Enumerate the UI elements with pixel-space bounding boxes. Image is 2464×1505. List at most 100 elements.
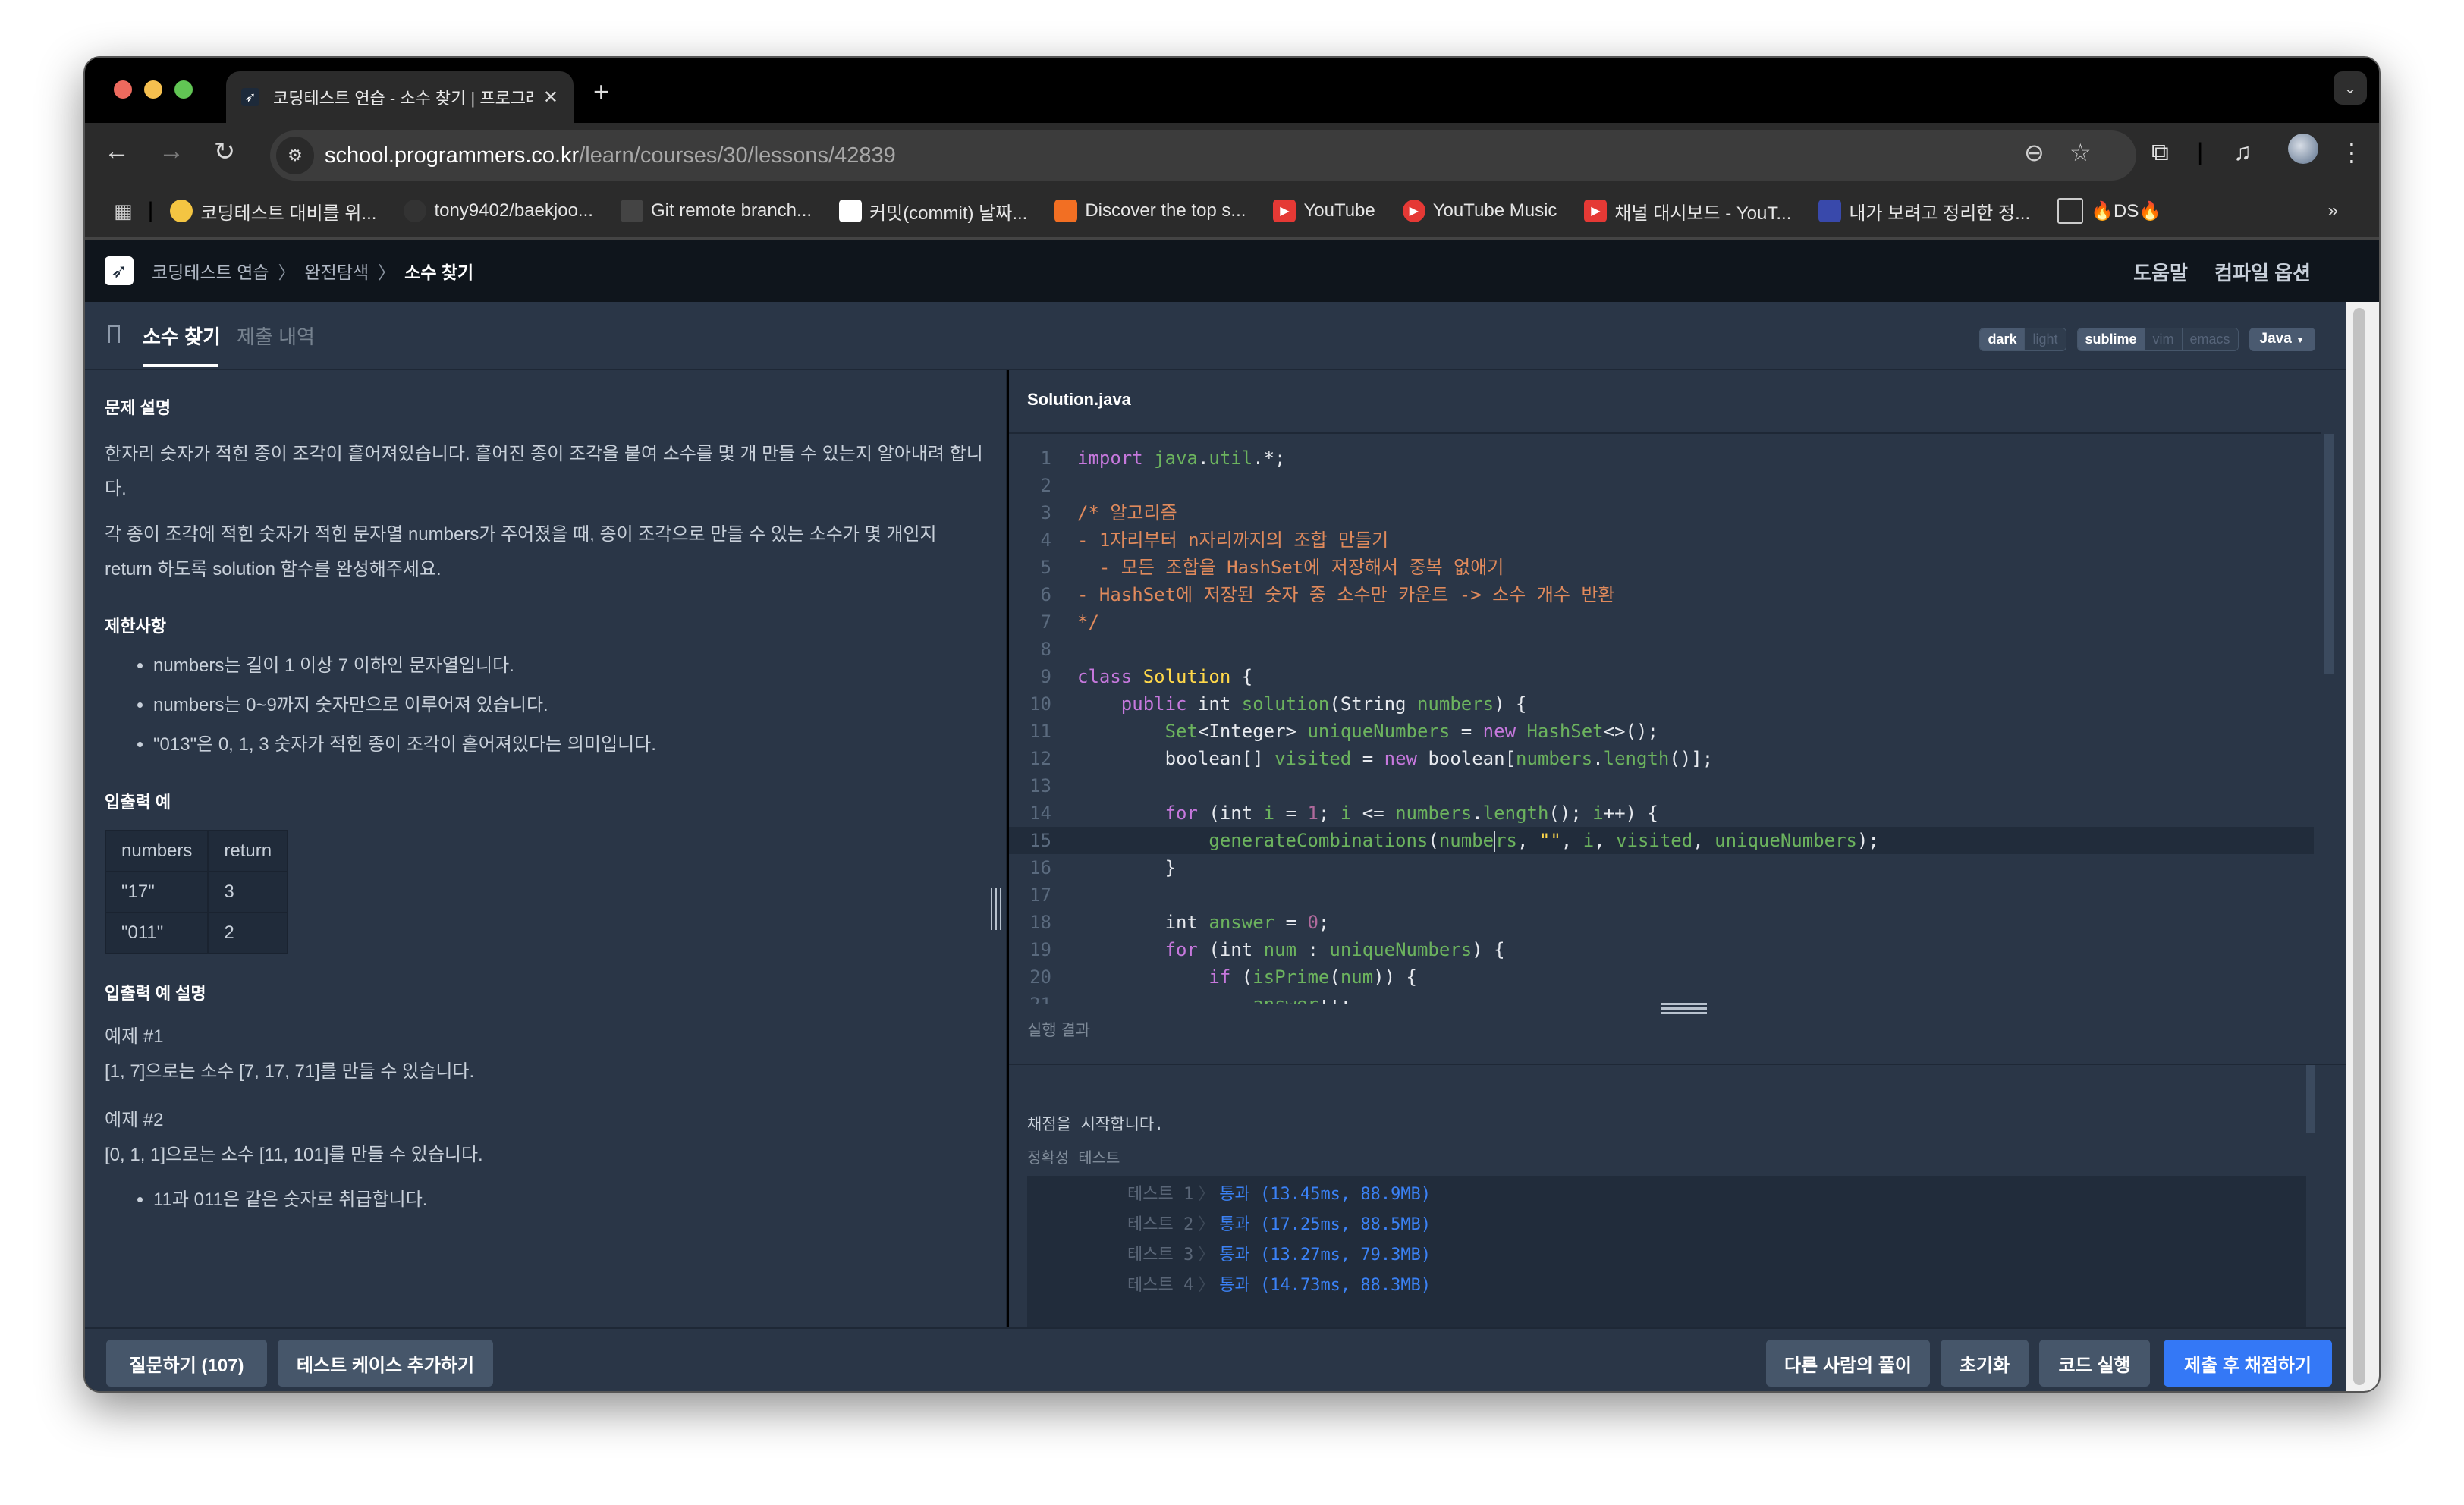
more-bookmarks-button[interactable]: » — [2328, 200, 2338, 222]
code-line[interactable]: 19 for (int num : uniqueNumbers) { — [1009, 936, 2314, 963]
table-header-cell: numbers — [104, 830, 209, 872]
tab-close-icon[interactable]: ✕ — [543, 86, 558, 108]
code-line[interactable]: 20 if (isPrime(num)) { — [1009, 963, 2314, 991]
theme-dark-button[interactable]: dark — [1980, 328, 2025, 350]
tab-problem[interactable]: 소수 찾기 — [143, 322, 221, 350]
line-number: 12 — [1029, 748, 1051, 769]
compile-options-link[interactable]: 컴파일 옵션 — [2214, 262, 2311, 284]
more-menu-icon[interactable]: ⋮ — [2340, 138, 2364, 167]
result-start-message: 채점을 시작합니다. — [1027, 1115, 1164, 1133]
page-scrollbar-thumb[interactable] — [2353, 308, 2365, 1385]
theme-toggle: dark light — [1979, 328, 2066, 351]
bookmark-item[interactable]: ▶ YouTube — [1273, 200, 1375, 222]
code-line[interactable]: 14 for (int i = 1; i <= numbers.length()… — [1009, 800, 2314, 827]
code-line[interactable]: 2 — [1009, 472, 2314, 499]
bookmark-star-icon[interactable]: ☆ — [2070, 138, 2092, 167]
code-line[interactable]: 18 int answer = 0; — [1009, 909, 2314, 936]
bookmark-item[interactable]: 코딩테스트 대비를 위... — [170, 198, 376, 225]
bookmark-item[interactable]: 내가 보려고 정리한 정... — [1818, 198, 2030, 225]
table-cell: "011" — [104, 912, 209, 954]
keymap-emacs-button[interactable]: emacs — [2181, 328, 2238, 350]
back-button[interactable]: ← — [100, 137, 134, 166]
toolbar-divider: | — [2197, 138, 2204, 165]
apps-grid-icon[interactable]: ▦ — [114, 200, 133, 223]
new-tab-button[interactable]: + — [593, 76, 609, 108]
forward-button[interactable]: → — [155, 137, 188, 166]
breadcrumb-item-practice[interactable]: 코딩테스트 연습 — [152, 258, 269, 284]
bookmark-item[interactable]: Git remote branch... — [620, 200, 812, 222]
browser-tab-active[interactable]: ➶ 코딩테스트 연습 - 소수 찾기 | 프로그래머스 스쿨 ✕ — [226, 71, 574, 123]
language-select[interactable]: Java ▼ — [2249, 328, 2315, 351]
profile-avatar[interactable] — [2288, 134, 2318, 164]
code-line[interactable]: 9 class Solution { — [1009, 663, 2314, 690]
editor-scrollbar[interactable] — [2324, 434, 2334, 674]
test-name: 테스트 2 — [1127, 1215, 1194, 1234]
code-editor[interactable]: 1 import java.util.*; 2 3 /* 알고리즘 4 - 1자리부터 n자… — [1009, 432, 2321, 1004]
tab-search-button[interactable]: ⌄ — [2334, 71, 2367, 105]
code-line[interactable]: 10 public int solution(String numbers) { — [1009, 690, 2314, 718]
reload-button[interactable]: ↻ — [208, 137, 241, 167]
breadcrumb-item-category[interactable]: 완전탐색 — [305, 258, 369, 284]
programmers-logo-icon[interactable]: ➶ — [105, 256, 134, 285]
add-testcase-button[interactable]: 테스트 케이스 추가하기 — [278, 1340, 493, 1387]
editor-panel: Solution.java 1 import java.util.*; 2 3 /* 알… — [1009, 370, 2346, 1327]
address-bar[interactable]: ⚙ school.programmers.co.kr/learn/courses… — [270, 130, 2136, 181]
zoom-out-icon[interactable]: ⊖ — [2024, 138, 2044, 167]
ask-question-button[interactable]: 질문하기 (107) — [106, 1340, 267, 1387]
bookmark-item[interactable]: Discover the top s... — [1054, 200, 1246, 222]
test-detail: (14.73ms, 88.3MB) — [1259, 1276, 1432, 1295]
text-cursor — [1494, 831, 1496, 852]
code-line[interactable]: 3 /* 알고리즘 — [1009, 499, 2314, 526]
close-window-button[interactable] — [114, 80, 132, 99]
bookmark-label: 채널 대시보드 - YouT... — [1614, 203, 1792, 224]
bookmark-item[interactable]: ▶ YouTube Music — [1402, 200, 1557, 222]
header-links: 도움말 컴파일 옵션 — [2112, 258, 2311, 286]
keymap-sublime-button[interactable]: sublime — [2077, 328, 2145, 350]
bookmark-item[interactable]: tony9402/baekjoo... — [404, 200, 593, 222]
keymap-vim-button[interactable]: vim — [2144, 328, 2182, 350]
minimize-window-button[interactable] — [144, 80, 162, 99]
reset-button[interactable]: 초기화 — [1941, 1340, 2029, 1387]
tab-submissions[interactable]: 제출 내역 — [237, 322, 315, 350]
bookmark-icon[interactable] — [108, 325, 120, 343]
others-solution-button[interactable]: 다른 사람의 풀이 — [1766, 1340, 1930, 1387]
code-line[interactable]: 15 generateCombinations(numbers, "", i, … — [1009, 827, 2314, 854]
code-line[interactable]: 13 — [1009, 772, 2314, 800]
extensions-icon[interactable]: ⧉ — [2151, 138, 2169, 167]
code-text: for (int num : uniqueNumbers) { — [1164, 939, 1505, 960]
code-line[interactable]: 5 - 모든 조합을 HashSet에 저장해서 중복 없애기 — [1009, 554, 2314, 581]
site-info-icon[interactable]: ⚙ — [276, 137, 314, 174]
submit-button[interactable]: 제출 후 채점하기 — [2164, 1340, 2332, 1387]
url-path: /learn/courses/30/lessons/42839 — [579, 143, 896, 168]
editor-result-resize-handle[interactable] — [1661, 1003, 1707, 1015]
bookmark-item[interactable]: ▶ 채널 대시보드 - YouT... — [1584, 198, 1791, 225]
code-text: class Solution { — [1077, 666, 1253, 687]
line-number: 9 — [1040, 666, 1051, 687]
code-line[interactable]: 7 */ — [1009, 608, 2314, 636]
code-line[interactable]: 16 } — [1009, 854, 2314, 881]
code-line[interactable]: 11 Set<Integer> uniqueNumbers = new Hash… — [1009, 718, 2314, 745]
code-line[interactable]: 6 - HashSet에 저장된 숫자 중 소수만 카운트 -> 소수 개수 반환 — [1009, 581, 2314, 608]
code-line[interactable]: 12 boolean[] visited = new boolean[numbe… — [1009, 745, 2314, 772]
code-line[interactable]: 4 - 1자리부터 n자리까지의 조합 만들기 — [1009, 526, 2314, 554]
line-number: 3 — [1040, 502, 1051, 523]
media-control-icon[interactable]: ♫ — [2233, 138, 2252, 166]
bookmark-item[interactable]: 🔥DS🔥 — [2057, 198, 2161, 224]
theme-light-button[interactable]: light — [2024, 328, 2066, 350]
code-line[interactable]: 17 — [1009, 881, 2314, 909]
maximize-window-button[interactable] — [174, 80, 193, 99]
code-line[interactable]: 8 — [1009, 636, 2314, 663]
help-link[interactable]: 도움말 — [2133, 262, 2188, 284]
page-scrollbar[interactable] — [2346, 302, 2379, 1391]
penguin-icon — [620, 200, 643, 222]
bookmark-item[interactable]: 커밋(commit) 날짜... — [839, 198, 1027, 225]
url-text[interactable]: school.programmers.co.kr/learn/courses/3… — [325, 143, 896, 168]
result-scrollbar[interactable] — [2306, 1065, 2315, 1133]
test-result-row: 테스트 3 〉 통과 (13.27ms, 79.3MB) — [1127, 1241, 1431, 1265]
example-2-title: 예제 #2 — [105, 1110, 164, 1130]
panel-resize-handle[interactable] — [991, 888, 1001, 930]
code-line[interactable]: 1 import java.util.*; — [1009, 445, 2314, 472]
run-code-button[interactable]: 코드 실행 — [2039, 1340, 2150, 1387]
note-item: 11과 011은 같은 숫자로 취급합니다. — [153, 1180, 986, 1220]
tab-title: 코딩테스트 연습 - 소수 찾기 | 프로그래머스 스쿨 — [273, 89, 533, 108]
